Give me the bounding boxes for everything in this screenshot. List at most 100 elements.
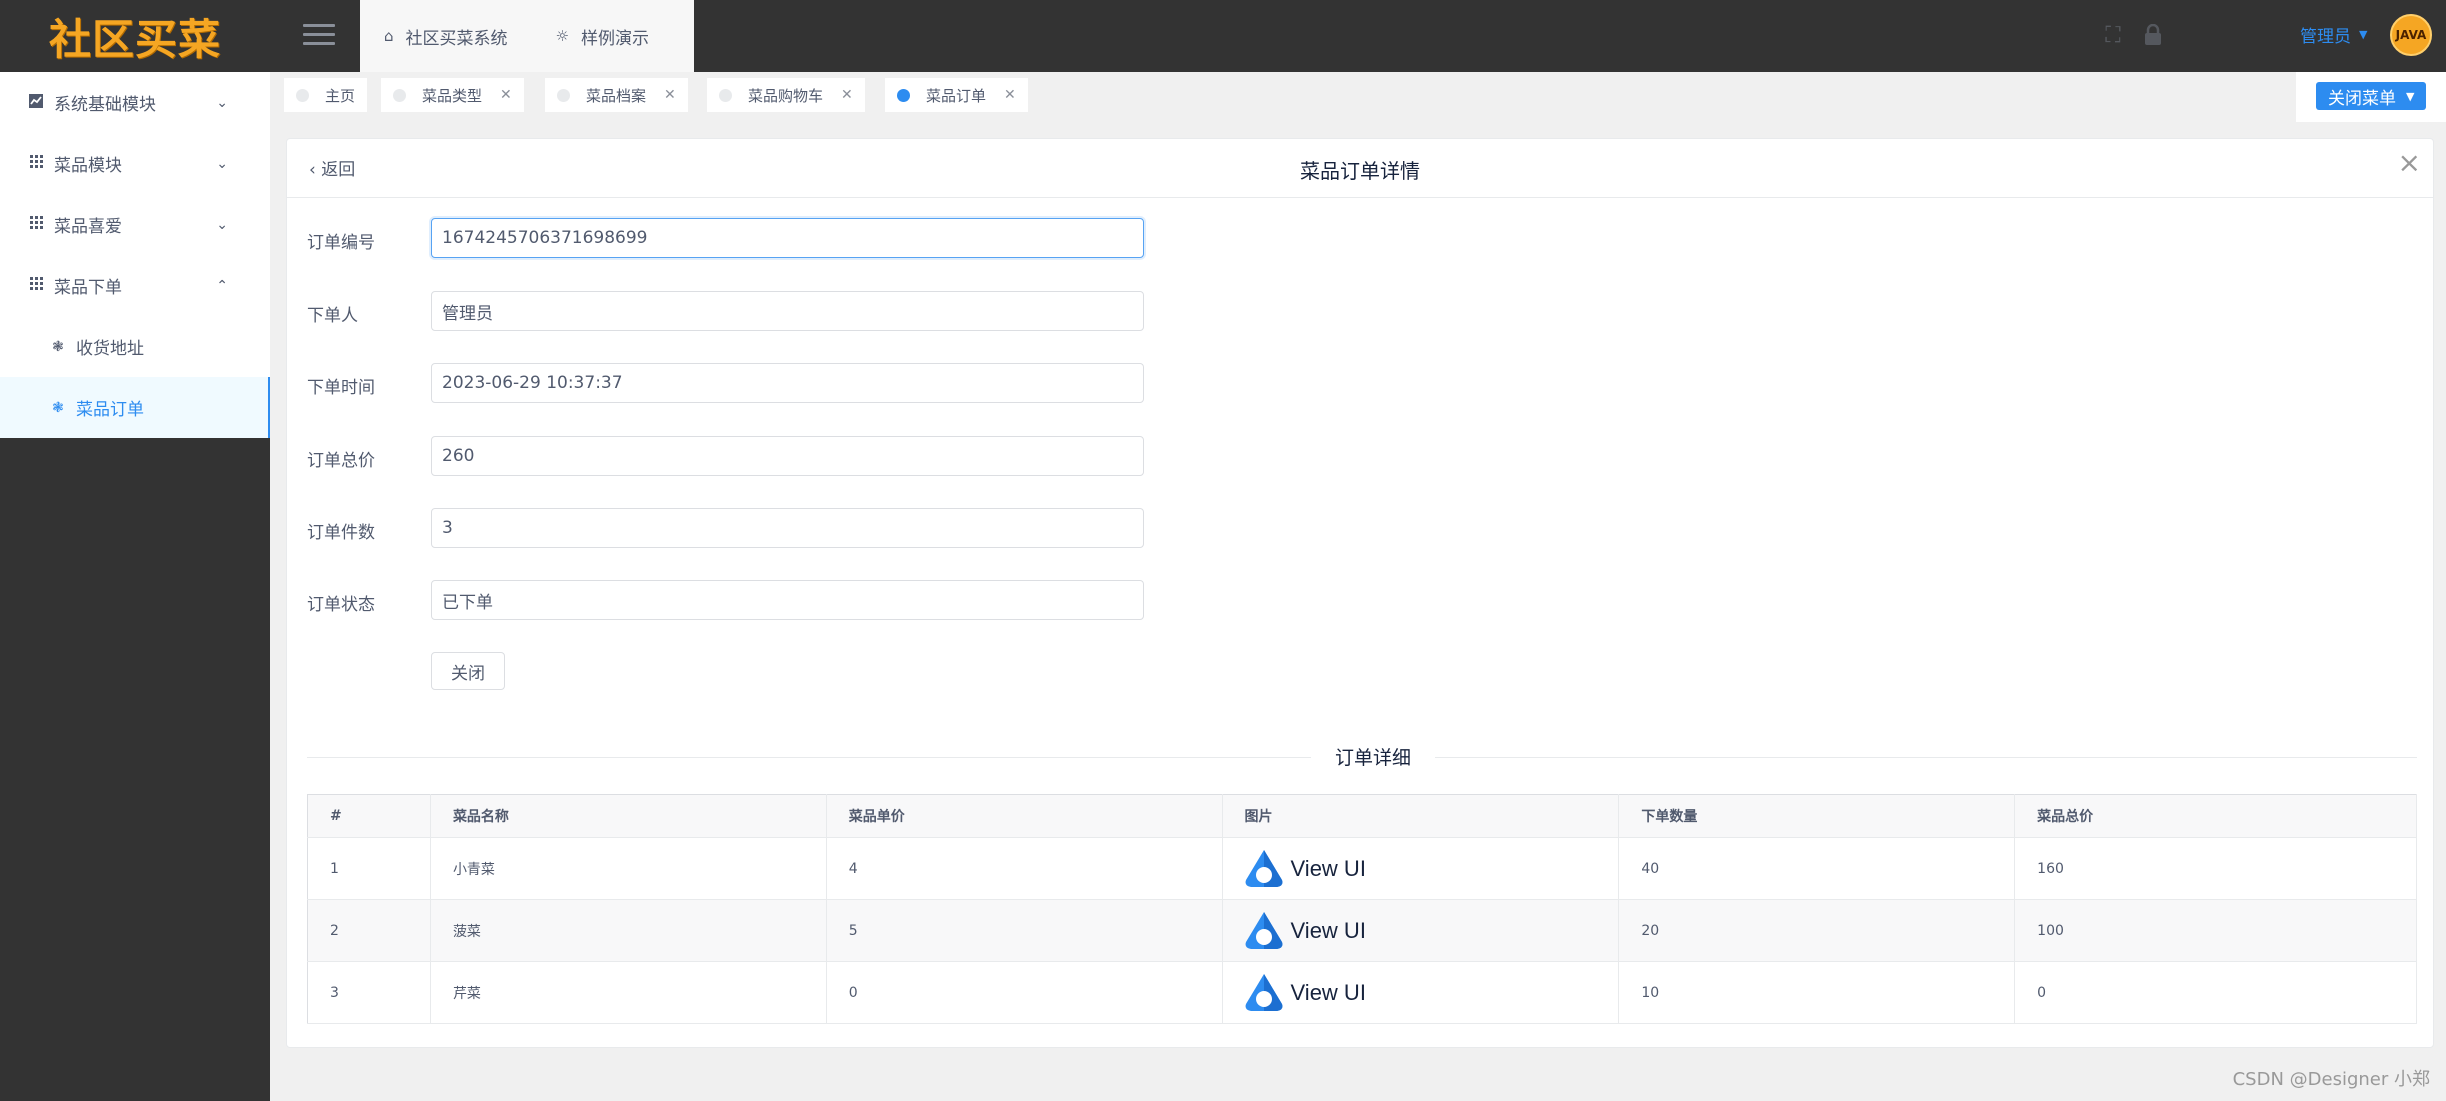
- page-title: 菜品订单详情: [1300, 159, 1420, 183]
- cell-price: 0: [826, 961, 1223, 1024]
- cell-image: View UI: [1222, 899, 1620, 962]
- sidebar-item-label: 菜品订单: [76, 400, 144, 420]
- order-status-input[interactable]: [431, 580, 1144, 620]
- cell-name: 菠菜: [430, 899, 827, 962]
- form-row-order-status: 订单状态: [307, 580, 1207, 620]
- column-header: 下单数量: [1618, 794, 2016, 838]
- nav-demo[interactable]: ☼ 样例演示: [532, 24, 673, 49]
- close-menu-wrap: 关闭菜单 ▼: [2296, 72, 2446, 122]
- cell-name: 芹菜: [430, 961, 827, 1024]
- tab-label: 主页: [325, 86, 356, 105]
- bulb-icon: ☼: [555, 27, 569, 45]
- total-price-input[interactable]: [431, 436, 1144, 476]
- sidebar-item-address[interactable]: ❃ 收货地址: [0, 316, 270, 377]
- column-header: 菜品名称: [430, 794, 827, 838]
- user-dropdown[interactable]: 管理员 ▼: [2300, 22, 2367, 47]
- tab-dot-icon: [393, 88, 406, 102]
- order-time-input[interactable]: [431, 363, 1144, 403]
- fullscreen-icon[interactable]: ⛶: [2100, 22, 2126, 48]
- cell-no: 1: [307, 837, 431, 900]
- sidebar-item-dish-module[interactable]: 菜品模块 ⌄: [0, 133, 270, 194]
- caret-down-icon: ▼: [2406, 89, 2415, 103]
- cell-name: 小青菜: [430, 837, 827, 900]
- dish-image[interactable]: View UI: [1243, 910, 1619, 952]
- dish-image[interactable]: View UI: [1243, 972, 1619, 1014]
- table-row[interactable]: 3 芹菜 0 View UI 10 0: [307, 961, 2417, 1024]
- tab-label: 菜品档案: [586, 86, 647, 105]
- cell-no: 3: [307, 961, 431, 1024]
- sidebar-item-label: 收货地址: [76, 339, 144, 359]
- field-label: 下单人: [307, 306, 358, 326]
- tab-dish-type[interactable]: 菜品类型 ✕: [381, 78, 524, 112]
- sidebar-item-dish-order[interactable]: ❃ 菜品订单: [0, 377, 270, 438]
- table-row[interactable]: 1 小青菜 4 View UI 40 160: [307, 837, 2417, 900]
- sidebar-item-label: 菜品喜爱: [54, 217, 122, 237]
- form-row-order-time: 下单时间: [307, 363, 1207, 403]
- viewui-logo-icon: [1245, 911, 1282, 949]
- cell-price: 5: [826, 899, 1223, 962]
- app-logo[interactable]: 社区买菜: [0, 0, 270, 72]
- grid-icon: [28, 277, 44, 294]
- cell-image: View UI: [1222, 961, 1620, 1024]
- chevron-down-icon: ⌄: [216, 216, 228, 233]
- tab-dot-icon: [897, 88, 910, 102]
- close-button[interactable]: 关闭: [431, 652, 505, 690]
- aperture-icon: ❃: [52, 399, 64, 416]
- grid-icon: [28, 216, 44, 233]
- nav-home[interactable]: ⌂ 社区买菜系统: [360, 24, 532, 49]
- item-count-input[interactable]: [431, 508, 1144, 548]
- field-label: 下单时间: [307, 378, 375, 398]
- lock-icon[interactable]: [2140, 22, 2166, 48]
- field-label: 订单总价: [307, 451, 375, 471]
- tab-dot-icon: [719, 88, 732, 102]
- close-icon[interactable]: ✕: [500, 87, 512, 103]
- app-logo-text: 社区买菜: [48, 14, 221, 64]
- tab-label: 菜品订单: [926, 86, 987, 105]
- sidebar-item-system-basic[interactable]: 系统基础模块 ⌄: [0, 72, 270, 133]
- image-text: View UI: [1290, 855, 1366, 881]
- cell-total: 0: [2014, 961, 2417, 1024]
- user-name: 管理员: [2300, 27, 2351, 47]
- nav-home-label: 社区买菜系统: [405, 28, 508, 49]
- cell-qty: 40: [1618, 837, 2016, 900]
- form-row-total-price: 订单总价: [307, 436, 1207, 476]
- sidebar-item-dish-order-group[interactable]: 菜品下单 ⌃: [0, 255, 270, 316]
- close-icon[interactable]: ✕: [1004, 87, 1016, 103]
- section-title: 订单详细: [1311, 743, 1436, 770]
- tab-dish-cart[interactable]: 菜品购物车 ✕: [707, 78, 865, 112]
- field-label: 订单件数: [307, 523, 375, 543]
- tab-home[interactable]: 主页: [284, 78, 368, 112]
- order-items-table: # 菜品名称 菜品单价 图片 下单数量 菜品总价 1 小青菜 4 View UI: [307, 794, 2417, 1024]
- close-icon[interactable]: ✕: [664, 87, 676, 103]
- tab-label: 菜品类型: [422, 86, 483, 105]
- tab-dish-order[interactable]: 菜品订单 ✕: [885, 78, 1028, 112]
- cell-qty: 10: [1618, 961, 2016, 1024]
- table-row[interactable]: 2 菠菜 5 View UI 20 100: [307, 899, 2417, 962]
- sidebar-item-dish-favorite[interactable]: 菜品喜爱 ⌄: [0, 194, 270, 255]
- close-icon[interactable]: ✕: [841, 87, 853, 103]
- column-header: 图片: [1222, 794, 1620, 838]
- chevron-down-icon: ⌄: [216, 94, 228, 111]
- orderer-input[interactable]: [431, 291, 1144, 331]
- field-label: 订单编号: [307, 233, 375, 253]
- cell-no: 2: [307, 899, 431, 962]
- menu-toggle-icon[interactable]: [303, 24, 335, 48]
- column-header: #: [307, 794, 431, 838]
- form-row-item-count: 订单件数: [307, 508, 1207, 548]
- chart-icon: [28, 93, 44, 112]
- dish-image[interactable]: View UI: [1243, 848, 1619, 890]
- close-icon[interactable]: ×: [2398, 149, 2421, 177]
- order-no-input[interactable]: [431, 218, 1144, 258]
- tab-dish-archive[interactable]: 菜品档案 ✕: [545, 78, 688, 112]
- home-icon: ⌂: [384, 27, 394, 45]
- chevron-up-icon: ⌃: [216, 277, 228, 294]
- chevron-down-icon: ⌄: [216, 155, 228, 172]
- nav-demo-label: 样例演示: [580, 28, 649, 49]
- sidebar-item-label: 菜品下单: [54, 278, 122, 298]
- column-header: 菜品总价: [2014, 794, 2417, 838]
- close-menu-button[interactable]: 关闭菜单 ▼: [2316, 82, 2427, 110]
- avatar[interactable]: JAVA: [2390, 14, 2432, 56]
- tabs-bar: 主页 菜品类型 ✕ 菜品档案 ✕ 菜品购物车 ✕ 菜品订单 ✕: [272, 72, 2446, 122]
- cell-total: 160: [2014, 837, 2417, 900]
- form-row-orderer: 下单人: [307, 291, 1207, 331]
